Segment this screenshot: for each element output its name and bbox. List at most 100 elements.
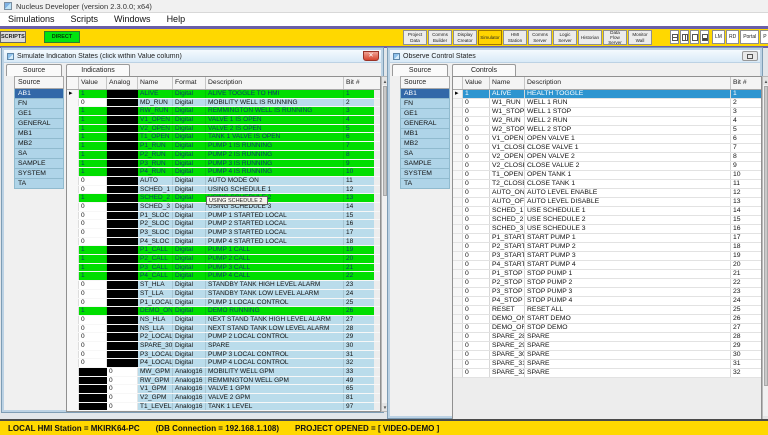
table-row[interactable]: 0 NS_LLA Digital NEXT STAND TANK LOW LEV…	[67, 325, 380, 334]
value-cell[interactable]: 1	[79, 168, 107, 176]
tab-source[interactable]: Source	[392, 64, 448, 76]
source-list-item[interactable]: AB1	[400, 89, 450, 99]
table-row[interactable]: 0 AUTO Digital AUTO MODE ON 11	[67, 177, 380, 186]
table-row[interactable]: 0 AUTO_OFF AUTO LEVEL DISABLE 13	[453, 198, 761, 207]
table-row[interactable]: 0 MD_RUN Digital MOBILITY WELL IS RUNNIN…	[67, 99, 380, 108]
table-row[interactable]: 0 SPARE_30 Digital SPARE 30	[67, 342, 380, 351]
table-row[interactable]: 0 V2_OPEN OPEN VALVE 2 8	[453, 153, 761, 162]
tab-controls[interactable]: Controls	[452, 64, 516, 76]
table-row[interactable]: 0 W1_STOP WELL 1 STOP 3	[453, 108, 761, 117]
source-list-item[interactable]: SAMPLE	[14, 159, 64, 169]
tab-source[interactable]: Source	[6, 64, 62, 76]
table-row[interactable]: 1 T1_OPEN Digital TANK 1 VALVE IS OPEN 6	[67, 133, 380, 142]
column-header-format[interactable]: Format	[173, 77, 206, 89]
tab-indications[interactable]: Indications	[66, 64, 130, 76]
value-cell[interactable]: 0	[79, 203, 107, 211]
window-layout-icon[interactable]	[690, 30, 699, 44]
column-header-name[interactable]: Name	[490, 77, 525, 89]
value-cell[interactable]: 1	[79, 194, 107, 202]
source-list-item[interactable]: GE1	[14, 109, 64, 119]
value-cell[interactable]	[79, 394, 107, 402]
table-row[interactable]: 0 P4_STOP STOP PUMP 4 24	[453, 297, 761, 306]
source-list-item[interactable]: TA	[14, 179, 64, 189]
value-cell[interactable]: 1	[79, 133, 107, 141]
module-button[interactable]: Project Data	[403, 30, 427, 45]
value-cell[interactable]: 0	[79, 220, 107, 228]
source-list-item[interactable]: SAMPLE	[400, 159, 450, 169]
table-row[interactable]: 0 SPARE_28 SPARE 28	[453, 333, 761, 342]
value-cell[interactable]	[79, 385, 107, 393]
value-cell[interactable]: 1	[79, 125, 107, 133]
column-header-bit[interactable]: Bit #	[731, 77, 756, 89]
module-button[interactable]: Comms Server	[528, 30, 552, 45]
table-row[interactable]: 0 RESET RESET ALL 25	[453, 306, 761, 315]
table-row[interactable]: 0 P4_LOCAL Digital PUMP 4 LOCAL CONTROL …	[67, 359, 380, 368]
value-cell[interactable]: 0	[79, 351, 107, 359]
table-row[interactable]: 0 V2_CLOSE CLOSE VALUE 2 9	[453, 162, 761, 171]
table-row[interactable]: 1 V2_OPEN Digital VALVE 2 IS OPEN 5	[67, 125, 380, 134]
value-cell[interactable]: 0	[79, 177, 107, 185]
source-list-item[interactable]: SYSTEM	[400, 169, 450, 179]
scrollbar-thumb[interactable]	[764, 86, 768, 386]
table-row[interactable]: 0 V1_GPM Analog16 VALVE 1 GPM 65	[67, 385, 380, 394]
value-cell[interactable]: 0	[79, 333, 107, 341]
table-row[interactable]: 1 P1_RUN Digital PUMP 1 IS RUNNING 7	[67, 142, 380, 151]
table-row[interactable]: 0 DEMO_OFF STOP DEMO 27	[453, 324, 761, 333]
maximize-icon[interactable]	[742, 51, 758, 61]
column-header-value[interactable]: Value	[463, 77, 490, 89]
source-list-item[interactable]: MB1	[400, 129, 450, 139]
table-row[interactable]: 0 P3_START START PUMP 3 19	[453, 252, 761, 261]
table-row[interactable]: 0 SPARE_32 SPARE 32	[453, 369, 761, 378]
value-cell[interactable]	[79, 377, 107, 385]
menu-item[interactable]: Windows	[106, 13, 159, 26]
table-row[interactable]: 0 P2_START START PUMP 2 18	[453, 243, 761, 252]
table-row[interactable]: 1 P2_CALL Digital PUMP 2 CALL 20	[67, 255, 380, 264]
module-button[interactable]: Comms Builder	[428, 30, 452, 45]
table-row[interactable]: 0 DEMO_ON START DEMO 26	[453, 315, 761, 324]
table-row[interactable]: 0 P3_SLOC Digital PUMP 3 STARTED LOCAL 1…	[67, 229, 380, 238]
module-button[interactable]: Logic Server	[553, 30, 577, 45]
value-cell[interactable]	[79, 368, 107, 376]
table-row[interactable]: 0 SPARE_30 SPARE 30	[453, 351, 761, 360]
module-button[interactable]: Monitor Wall	[628, 30, 652, 45]
value-cell[interactable]: 1	[79, 90, 107, 98]
table-row[interactable]: 0 T1_LEVEL Analog16 TANK 1 LEVEL 97	[67, 403, 380, 412]
column-header-bit[interactable]: Bit #	[344, 77, 374, 89]
value-cell[interactable]: 0	[79, 299, 107, 307]
table-row[interactable]: 0 SPARE_31 SPARE 31	[453, 360, 761, 369]
table-row[interactable]: 0 T2_CLOSE CLOSE TANK 1 11	[453, 180, 761, 189]
table-row[interactable]: 0 P3_STOP STOP PUMP 3 23	[453, 288, 761, 297]
value-cell[interactable]: 1	[79, 255, 107, 263]
table-row[interactable]: 0 W2_RUN WELL 2 RUN 4	[453, 117, 761, 126]
menu-item[interactable]: Scripts	[63, 13, 107, 26]
value-cell[interactable]: 0	[79, 238, 107, 246]
table-row[interactable]: 0 T1_OPEN OPEN TANK 1 10	[453, 171, 761, 180]
value-cell[interactable]: 1	[79, 264, 107, 272]
table-row[interactable]: 0 SPARE_29 SPARE 29	[453, 342, 761, 351]
value-cell[interactable]: 1	[79, 160, 107, 168]
value-cell[interactable]: 1	[79, 107, 107, 115]
window-layout-icon[interactable]	[700, 30, 709, 44]
table-row[interactable]: 0 ST_HLA Digital STANDBY TANK HIGH LEVEL…	[67, 281, 380, 290]
value-cell[interactable]: 0	[79, 325, 107, 333]
table-row[interactable]: 0 P1_LOCAL Digital PUMP 1 LOCAL CONTROL …	[67, 299, 380, 308]
left-window-titlebar[interactable]: Simulate Indication States (click within…	[4, 50, 381, 63]
source-list-item[interactable]: SA	[400, 149, 450, 159]
value-cell[interactable]: 0	[79, 229, 107, 237]
value-cell[interactable]: 0	[79, 316, 107, 324]
quick-button[interactable]: P	[760, 30, 768, 44]
table-row[interactable]: 0 SCHED_2 USE SCHEDULE 2 15	[453, 216, 761, 225]
table-row[interactable]: 0 P2_LOCAL Digital PUMP 2 LOCAL CONTROL …	[67, 333, 380, 342]
column-header-description[interactable]: Description	[525, 77, 731, 89]
table-row[interactable]: 0 SCHED_1 USE SCHEDULE 1 14	[453, 207, 761, 216]
source-list-item[interactable]: GENERAL	[400, 119, 450, 129]
table-row[interactable]: 1 P2_RUN Digital PUMP 2 IS RUNNING 8	[67, 151, 380, 160]
source-list-item[interactable]: TA	[400, 179, 450, 189]
table-row[interactable]: 0 P4_SLOC Digital PUMP 4 STARTED LOCAL 1…	[67, 238, 380, 247]
table-row[interactable]: 0 SCHED_3 USE SCHEDULE 3 16	[453, 225, 761, 234]
table-row[interactable]: 0 RW_GPM Analog16 REMMINGTON WELL GPM 49	[67, 377, 380, 386]
table-row[interactable]: 1 P3_CALL Digital PUMP 3 CALL 21	[67, 264, 380, 273]
value-cell[interactable]: 0	[79, 186, 107, 194]
source-list-item[interactable]: FN	[14, 99, 64, 109]
source-list-item[interactable]: MB2	[14, 139, 64, 149]
